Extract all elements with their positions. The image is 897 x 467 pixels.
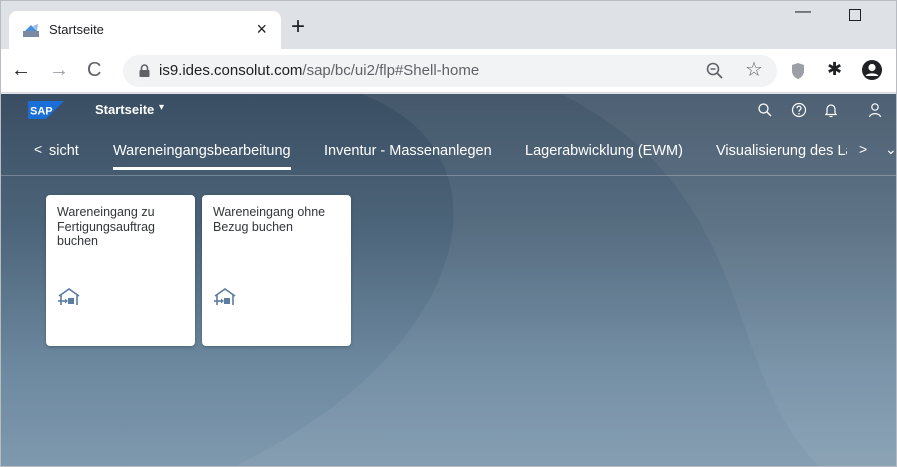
window-maximize-icon[interactable] (849, 9, 861, 21)
tile-title: Wareneingang zu Fertigungsauftrag buchen (57, 205, 155, 248)
anchor-item-wareneingangsbearbeitung[interactable]: Wareneingangsbearbeitung (113, 143, 291, 170)
shell-bar: SAP Startseite ▾ (1, 94, 896, 126)
profile-icon[interactable] (861, 59, 883, 81)
anchor-bar: sicht Wareneingangsbearbeitung Inventur … (1, 130, 896, 176)
tile-title: Wareneingang ohne Bezug buchen (213, 205, 326, 234)
url-text[interactable]: is9.ides.consolut.com/sap/bc/ui2/flp#She… (159, 62, 479, 79)
anchor-item-uebersicht[interactable]: sicht (49, 143, 79, 159)
reload-icon[interactable]: C (87, 58, 101, 82)
anchor-bar-items: sicht Wareneingangsbearbeitung Inventur … (1, 130, 847, 176)
lock-icon (139, 64, 150, 77)
search-icon[interactable] (757, 102, 773, 118)
tab-close-icon[interactable]: × (256, 19, 267, 39)
sap-logo-text: SAP (30, 106, 53, 118)
browser-tab-startseite[interactable]: Startseite × (9, 11, 281, 49)
anchor-bar-prev-icon[interactable]: < (34, 141, 42, 157)
tile-wareneingang-ohne-bezug[interactable]: Wareneingang ohne Bezug buchen (202, 195, 351, 346)
anchor-bar-next-icon[interactable]: > (859, 141, 867, 157)
sap-favicon-icon (23, 24, 39, 37)
forward-icon[interactable]: → (49, 58, 69, 82)
extension-shield-icon[interactable] (791, 62, 805, 80)
tab-strip: Startseite × + — (1, 1, 896, 49)
goods-receipt-icon (214, 288, 236, 305)
tile-wareneingang-zu-fertigungsauftrag[interactable]: Wareneingang zu Fertigungsauftrag buchen (46, 195, 195, 346)
url-path: /sap/bc/ui2/flp#Shell-home (302, 62, 480, 79)
fiori-launchpad: SAP Startseite ▾ sicht Wareneingangsbear… (1, 94, 896, 466)
url-host: is9.ides.consolut.com (159, 62, 303, 79)
help-icon[interactable] (791, 102, 807, 118)
new-tab-icon[interactable]: + (291, 15, 305, 39)
anchor-item-visualisierung-des-lagers[interactable]: Visualisierung des Lagers (716, 143, 847, 159)
bookmark-star-icon[interactable]: ☆ (745, 58, 763, 82)
browser-window: Startseite × + — ← → C is9.ides.consolut… (0, 0, 897, 467)
anchor-item-inventur-massenanlegen[interactable]: Inventur - Massenanlegen (324, 143, 492, 159)
back-icon[interactable]: ← (11, 58, 31, 82)
browser-toolbar: ← → C is9.ides.consolut.com/sap/bc/ui2/f… (1, 49, 896, 93)
notification-bell-icon[interactable] (823, 102, 839, 118)
window-minimize-icon[interactable]: — (795, 3, 811, 21)
tab-title: Startseite (49, 22, 104, 37)
shell-title[interactable]: Startseite (95, 102, 154, 117)
anchor-item-lagerabwicklung-ewm[interactable]: Lagerabwicklung (EWM) (525, 143, 683, 159)
anchor-bar-overflow-icon[interactable]: ⌄ (885, 141, 896, 158)
user-avatar-icon[interactable] (867, 102, 883, 118)
extensions-puzzle-icon[interactable]: ✱ (827, 59, 842, 80)
goods-receipt-icon (58, 288, 80, 305)
address-bar[interactable]: is9.ides.consolut.com/sap/bc/ui2/flp#She… (123, 55, 777, 87)
chevron-down-icon[interactable]: ▾ (159, 102, 164, 113)
sap-logo[interactable]: SAP (28, 101, 64, 119)
zoom-out-icon[interactable] (705, 61, 725, 81)
